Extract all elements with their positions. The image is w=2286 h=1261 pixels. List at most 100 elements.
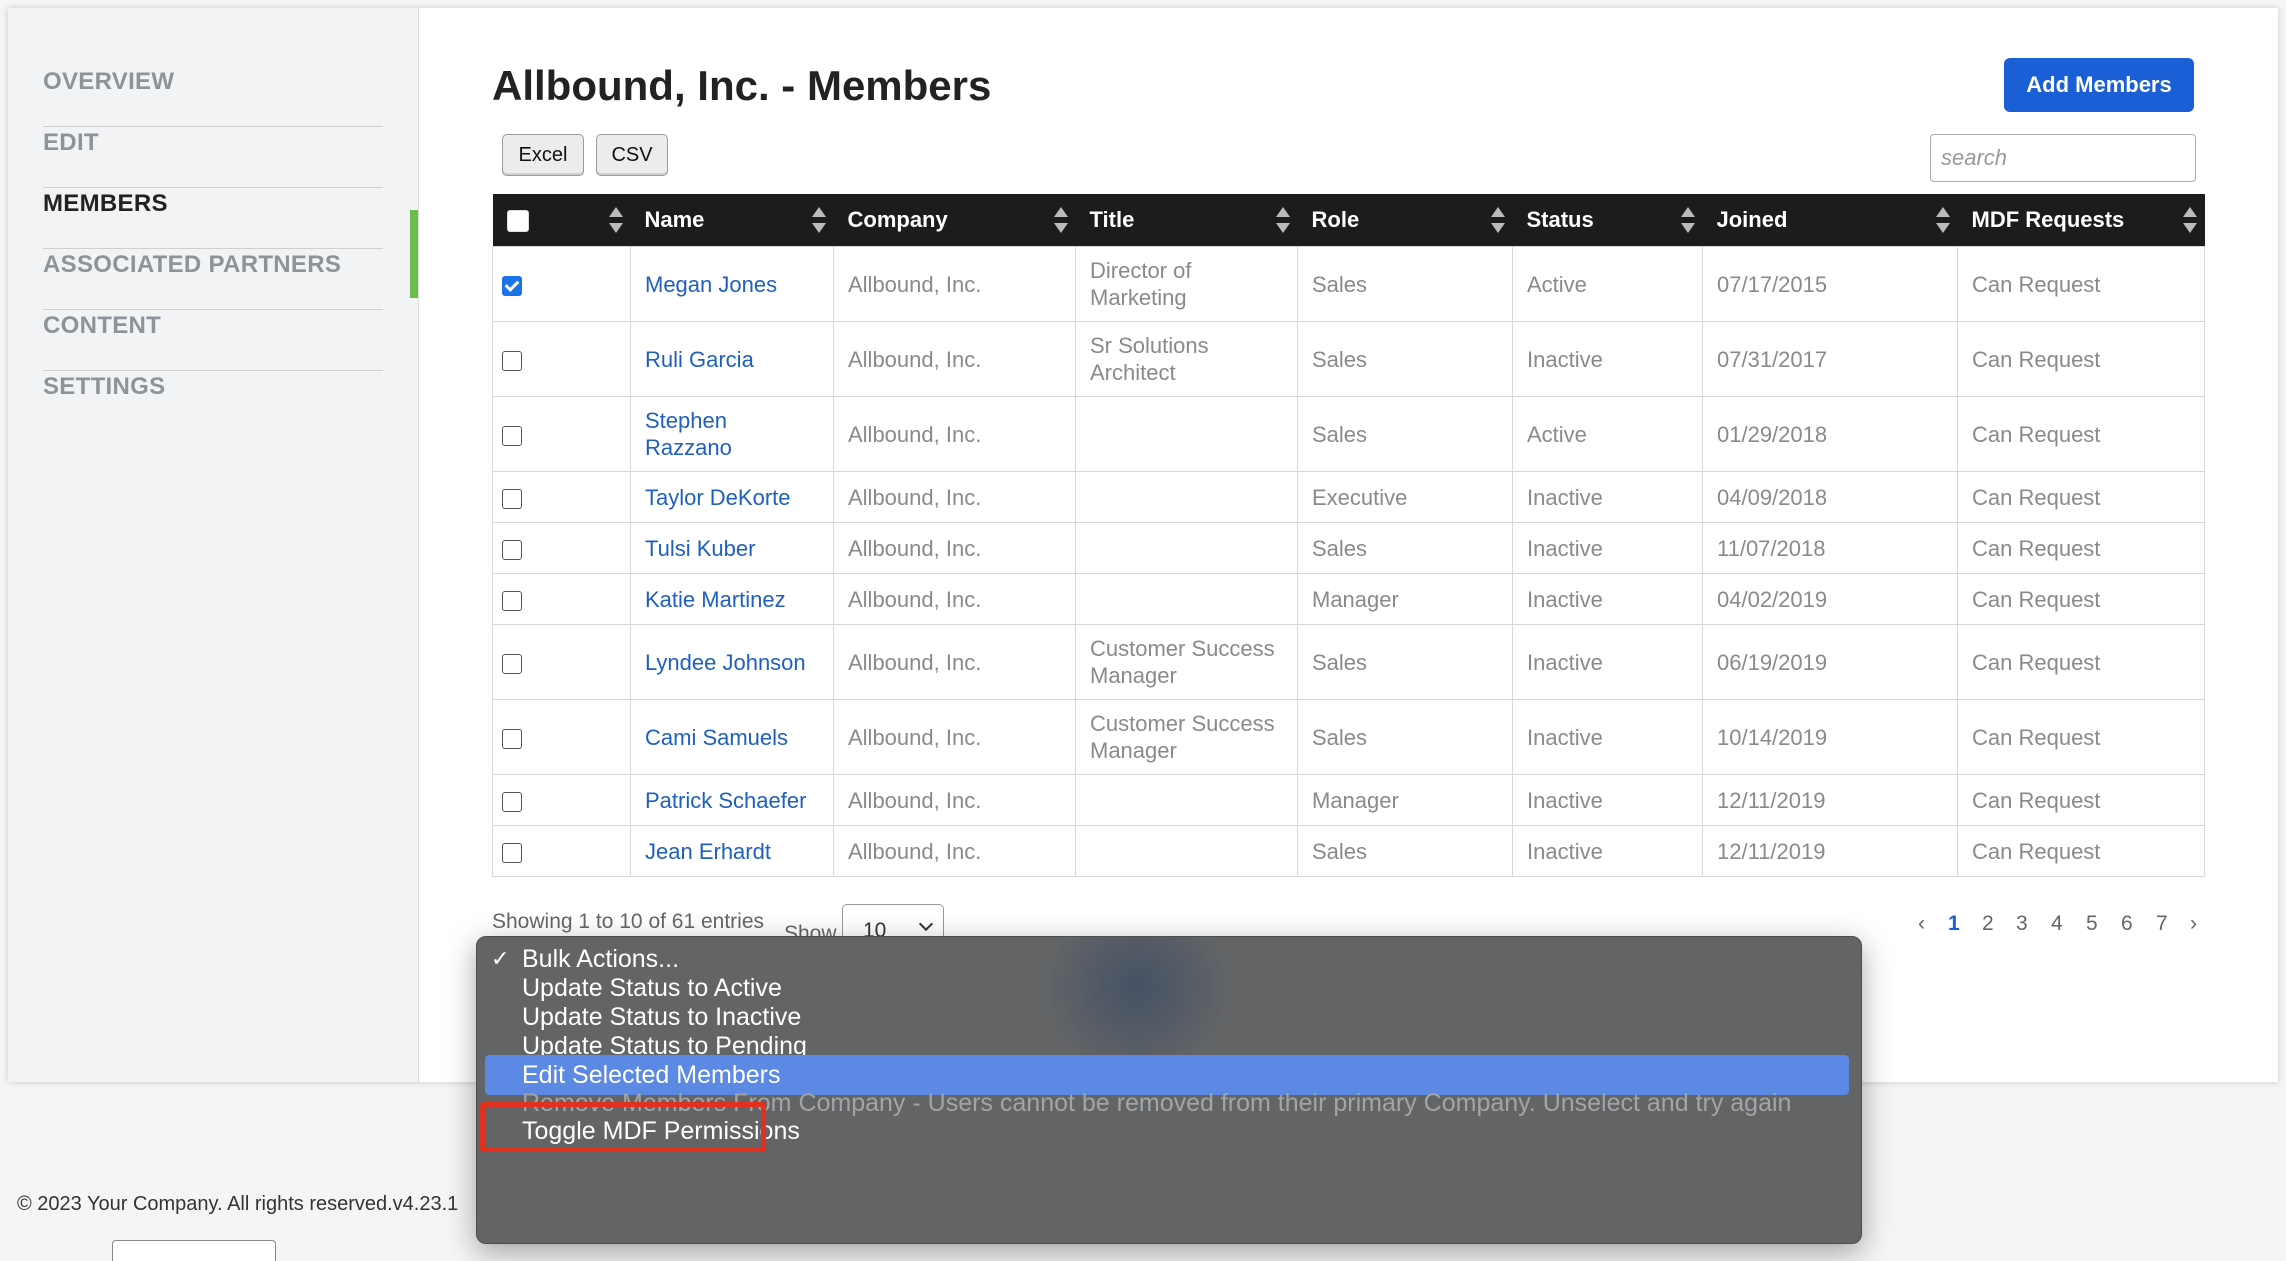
row-checkbox[interactable] <box>502 590 522 611</box>
column-header-status[interactable]: Status <box>1512 194 1703 247</box>
cell-title-text: Customer Success Manager <box>1090 711 1275 763</box>
cell-mdf-requests-text: Can Request <box>1972 838 2101 864</box>
cell-mdf-requests-text: Can Request <box>1972 271 2101 297</box>
cell-mdf-requests: Can Request <box>1957 471 2205 523</box>
member-name-link[interactable]: Stephen Razzano <box>645 408 732 460</box>
cell-status-text: Inactive <box>1527 724 1603 750</box>
member-name-link[interactable]: Taylor DeKorte <box>645 485 791 510</box>
row-checkbox[interactable] <box>502 488 522 509</box>
cell-role: Sales <box>1297 246 1513 322</box>
row-checkbox[interactable] <box>502 842 522 863</box>
cell-joined-text: 07/31/2017 <box>1717 346 1828 372</box>
table-row[interactable]: Jean Erhardt Allbound, Inc. Sales Inactive 1… <box>492 825 2205 877</box>
cell-joined: 04/02/2019 <box>1702 573 1958 625</box>
table-row[interactable]: Megan Jones Allbound, Inc. Director of Mar… <box>492 246 2205 322</box>
sort-icon[interactable] <box>608 207 623 233</box>
cell-title: Customer Success Manager <box>1075 624 1298 700</box>
cell-joined: 01/29/2018 <box>1702 396 1958 472</box>
page-link-6[interactable]: 6 <box>2121 912 2133 936</box>
cell-select <box>492 522 631 574</box>
member-name-link[interactable]: Tulsi Kuber <box>645 536 755 561</box>
table-header-row: Name Company Title Role Status Joined MD… <box>492 194 2205 247</box>
row-checkbox[interactable] <box>502 728 522 749</box>
table-row[interactable]: Patrick Schaefer Allbound, Inc. Manager Ina… <box>492 774 2205 826</box>
cell-status-text: Inactive <box>1527 535 1603 561</box>
main-content: Allbound, Inc. - Members Add Members Exc… <box>418 8 2278 1082</box>
page-link-5[interactable]: 5 <box>2086 912 2098 936</box>
member-name-link[interactable]: Ruli Garcia <box>645 347 754 372</box>
cell-company: Allbound, Inc. <box>833 624 1076 700</box>
search-input[interactable] <box>1930 134 2196 182</box>
sort-icon[interactable] <box>2182 207 2197 233</box>
sort-icon[interactable] <box>811 207 826 233</box>
row-checkbox[interactable] <box>502 791 522 812</box>
cell-status-text: Inactive <box>1527 346 1603 372</box>
page-link-2[interactable]: 2 <box>1982 912 1994 936</box>
excel-export-button[interactable]: Excel <box>502 134 584 176</box>
sidebar-item-settings[interactable]: SETTINGS <box>43 343 383 431</box>
table-row[interactable]: Cami Samuels Allbound, Inc. Customer Succe… <box>492 699 2205 775</box>
table-row[interactable]: Lyndee Johnson Allbound, Inc. Customer Suc… <box>492 624 2205 700</box>
next-page-button[interactable]: › <box>2190 912 2197 936</box>
cell-name: Jean Erhardt <box>630 825 834 877</box>
cell-company: Allbound, Inc. <box>833 699 1076 775</box>
page-link-4[interactable]: 4 <box>2051 912 2063 936</box>
cell-mdf-requests-text: Can Request <box>1972 724 2101 750</box>
sort-icon[interactable] <box>1490 207 1505 233</box>
table-row[interactable]: Taylor DeKorte Allbound, Inc. Executive Ina… <box>492 471 2205 523</box>
sort-icon[interactable] <box>1053 207 1068 233</box>
row-checkbox[interactable] <box>502 539 522 560</box>
table-row[interactable]: Stephen Razzano Allbound, Inc. Sales Active… <box>492 396 2205 472</box>
cell-company-text: Allbound, Inc. <box>848 838 982 864</box>
cell-joined-text: 04/09/2018 <box>1717 484 1828 510</box>
prev-page-button[interactable]: ‹ <box>1918 912 1925 936</box>
footer-button[interactable] <box>112 1240 276 1261</box>
sidebar: OVERVIEW EDIT MEMBERS ASSOCIATED PARTNER… <box>8 8 419 1082</box>
column-header-company[interactable]: Company <box>833 194 1076 247</box>
cell-select <box>492 246 631 322</box>
cell-role-text: Sales <box>1312 346 1368 372</box>
member-name-link[interactable]: Cami Samuels <box>645 725 788 750</box>
page-link-3[interactable]: 3 <box>2016 912 2028 936</box>
table-row[interactable]: Tulsi Kuber Allbound, Inc. Sales Inactive 11… <box>492 522 2205 574</box>
sort-icon[interactable] <box>1935 207 1950 233</box>
cell-joined: 11/07/2018 <box>1702 522 1958 574</box>
cell-mdf-requests: Can Request <box>1957 699 2205 775</box>
sort-icon[interactable] <box>1680 207 1695 233</box>
row-checkbox[interactable] <box>502 653 522 674</box>
column-header-role[interactable]: Role <box>1297 194 1513 247</box>
member-name-link[interactable]: Megan Jones <box>645 272 777 297</box>
member-name-link[interactable]: Jean Erhardt <box>645 839 771 864</box>
column-header-name[interactable]: Name <box>630 194 834 247</box>
cell-select <box>492 699 631 775</box>
cell-company-text: Allbound, Inc. <box>848 421 982 447</box>
select-all-header[interactable] <box>492 194 631 247</box>
page-link-1[interactable]: 1 <box>1948 912 1960 936</box>
table-row[interactable]: Katie Martinez Allbound, Inc. Manager Inact… <box>492 573 2205 625</box>
table-row[interactable]: Ruli Garcia Allbound, Inc. Sr Solutions Ar… <box>492 321 2205 397</box>
cell-role: Sales <box>1297 396 1513 472</box>
member-name-link[interactable]: Patrick Schaefer <box>645 788 806 813</box>
cell-status: Inactive <box>1512 624 1703 700</box>
add-members-button[interactable]: Add Members <box>2004 58 2194 112</box>
column-header-joined[interactable]: Joined <box>1702 194 1958 247</box>
member-name-link[interactable]: Lyndee Johnson <box>645 650 806 675</box>
sort-icon[interactable] <box>1275 207 1290 233</box>
cell-mdf-requests: Can Request <box>1957 825 2205 877</box>
csv-export-button[interactable]: CSV <box>596 134 668 176</box>
member-name-link[interactable]: Katie Martinez <box>645 587 786 612</box>
cell-company: Allbound, Inc. <box>833 471 1076 523</box>
column-header-title[interactable]: Title <box>1075 194 1298 247</box>
cell-mdf-requests-text: Can Request <box>1972 535 2101 561</box>
select-all-checkbox[interactable] <box>506 210 529 233</box>
row-checkbox[interactable] <box>502 275 522 296</box>
row-checkbox[interactable] <box>502 350 522 371</box>
cell-name: Megan Jones <box>630 246 834 322</box>
cell-role: Manager <box>1297 573 1513 625</box>
page-link-7[interactable]: 7 <box>2156 912 2168 936</box>
cell-name: Patrick Schaefer <box>630 774 834 826</box>
column-header-mdf-requests[interactable]: MDF Requests <box>1957 194 2205 247</box>
cell-name: Taylor DeKorte <box>630 471 834 523</box>
cell-mdf-requests: Can Request <box>1957 522 2205 574</box>
row-checkbox[interactable] <box>502 425 522 446</box>
